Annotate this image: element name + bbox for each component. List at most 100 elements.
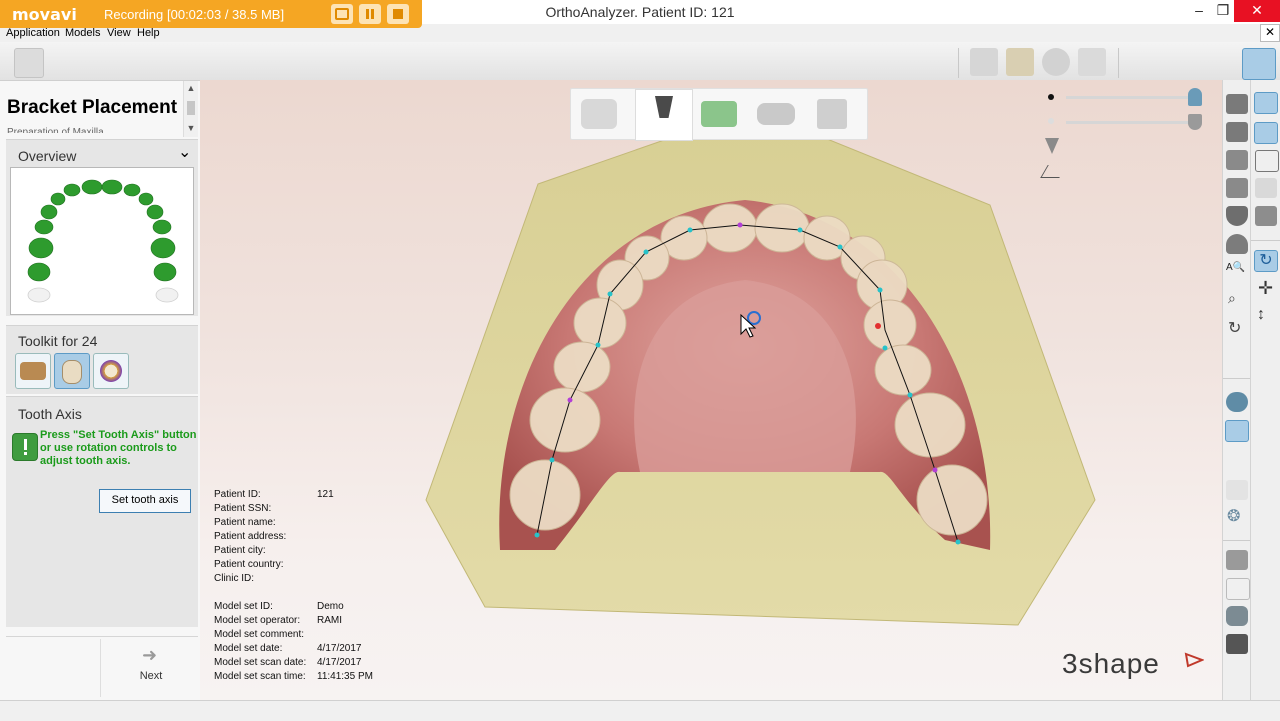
upper-jaw-view-icon[interactable] — [581, 99, 617, 129]
axis-point[interactable] — [687, 227, 693, 233]
active-model-icon[interactable] — [1225, 420, 1249, 442]
upper-model-icon[interactable] — [1226, 94, 1248, 114]
reset-view-icon[interactable]: ↻ — [1228, 318, 1241, 338]
segmentation-icon[interactable]: ❂ — [1227, 506, 1240, 526]
empty-box-icon[interactable] — [1226, 578, 1250, 600]
green-model-view-icon[interactable] — [701, 101, 737, 127]
copy-window-icon[interactable] — [1255, 150, 1279, 172]
pause-button[interactable] — [359, 4, 381, 24]
pause-icon — [366, 9, 374, 19]
upper-transparency-slider[interactable] — [1066, 96, 1196, 99]
axis-point[interactable] — [882, 345, 888, 351]
scroll-down-icon[interactable]: ▼ — [184, 123, 198, 133]
lower-transparency-slider[interactable] — [1066, 121, 1196, 124]
next-arrow-icon[interactable]: ➜ — [142, 645, 157, 666]
axis-point-selected[interactable] — [875, 323, 881, 329]
close-window-button[interactable]: ✕ — [1234, 0, 1280, 22]
workflow-panel: Bracket Placement Preparation of Maxilla… — [0, 81, 201, 700]
brand-logo: 3shape — [1062, 648, 1160, 679]
mold-icon[interactable] — [1255, 178, 1277, 198]
occlusion-sphere-icon[interactable] — [1226, 392, 1248, 412]
rotation-icon — [100, 360, 122, 382]
menu-models[interactable]: Models — [65, 27, 100, 39]
axis-point[interactable] — [534, 532, 540, 538]
screenshot-button[interactable] — [331, 4, 353, 24]
rotate-icon[interactable]: ↻ — [1254, 250, 1278, 272]
scroll-thumb[interactable] — [187, 101, 195, 115]
bracket-view-icon — [655, 96, 673, 118]
back-view-icon[interactable] — [1226, 178, 1248, 198]
panel-scrollbar[interactable]: ▲ ▼ — [183, 81, 198, 137]
lower-model-icon[interactable] — [1226, 122, 1248, 142]
panel-footer — [6, 636, 198, 701]
info-label: Patient SSN: — [214, 503, 272, 514]
pan-icon[interactable]: ✛ — [1258, 278, 1273, 299]
brand-triangle-icon — [1184, 652, 1204, 668]
info-label: Model set date: — [214, 643, 283, 654]
lower-jaw-view-icon[interactable] — [757, 103, 795, 125]
axis-point[interactable] — [877, 287, 883, 293]
bracket-tool-icon[interactable] — [1242, 48, 1276, 80]
axis-point[interactable] — [643, 249, 649, 255]
info-label: Model set comment: — [214, 629, 305, 640]
scan-icon[interactable] — [1078, 48, 1106, 76]
3d-viewport[interactable]: Patient ID: 121 Patient SSN: Patient nam… — [200, 80, 1222, 700]
jaw-model-icon[interactable] — [1006, 48, 1034, 76]
exclamation-dot — [23, 452, 27, 455]
info-label: Model set scan date: — [214, 657, 307, 668]
bracket-view-tab[interactable] — [635, 89, 693, 141]
set-tooth-axis-button[interactable]: Set tooth axis — [99, 489, 191, 513]
menu-view[interactable]: View — [107, 27, 131, 39]
tooth-rotation-tool[interactable] — [93, 353, 129, 389]
layer-view-icon[interactable] — [1254, 92, 1278, 114]
toolbar-separator — [1223, 540, 1251, 541]
box-icon[interactable] — [1255, 206, 1277, 226]
info-label: Clinic ID: — [214, 573, 255, 584]
info-value: Demo — [317, 601, 344, 612]
next-button[interactable]: Next — [120, 670, 182, 682]
axis-point[interactable] — [549, 457, 555, 463]
info-value: 121 — [317, 489, 334, 500]
menu-help[interactable]: Help — [137, 27, 160, 39]
view-selector — [570, 88, 868, 141]
axis-point[interactable] — [607, 291, 613, 297]
axis-point[interactable] — [955, 539, 961, 545]
settings-view-icon[interactable] — [817, 99, 847, 129]
info-value: 11:41:35 PM — [317, 671, 373, 682]
axis-point[interactable] — [737, 222, 743, 228]
side-view-icon[interactable] — [1226, 150, 1248, 170]
cylinder-icon[interactable] — [1226, 606, 1248, 626]
section-cut-icon[interactable] — [1226, 550, 1248, 570]
scroll-up-icon[interactable]: ▲ — [184, 83, 198, 93]
cube-view-icon[interactable] — [1254, 122, 1278, 144]
tooth-axis-tool[interactable] — [54, 353, 90, 389]
lower-slider-handle[interactable] — [1188, 114, 1202, 130]
axis-point[interactable] — [837, 244, 843, 250]
tooth-placement-tool[interactable] — [15, 353, 51, 389]
slider-dot-icon — [1048, 94, 1054, 100]
axis-point[interactable] — [907, 392, 913, 398]
arch-overview[interactable] — [10, 167, 194, 315]
disabled-tool-icon — [1226, 480, 1248, 500]
right-toolbar-secondary: ↻ ✛ ↕ — [1250, 80, 1280, 700]
upper-slider-handle[interactable] — [1188, 88, 1202, 106]
toolbar-separator — [1118, 48, 1119, 78]
axis-point[interactable] — [567, 397, 573, 403]
zoom-1-1-icon[interactable]: ⌕ — [1228, 290, 1236, 307]
zoom-text-icon[interactable]: A🔍 — [1226, 262, 1245, 273]
occlusion-icon[interactable] — [1042, 48, 1070, 76]
stop-button[interactable] — [387, 4, 409, 24]
camera-snapshot-icon[interactable] — [1226, 634, 1248, 654]
shield-view-icon[interactable] — [1226, 206, 1248, 226]
close-document-button[interactable]: ✕ — [1260, 24, 1280, 42]
chevron-down-icon[interactable]: ⌄ — [178, 142, 191, 162]
axis-point[interactable] — [932, 467, 938, 473]
model-box-icon[interactable] — [970, 48, 998, 76]
axis-point[interactable] — [797, 227, 803, 233]
toolkit-label: Toolkit for 24 — [18, 333, 98, 349]
patient-icon[interactable] — [14, 48, 44, 78]
axis-point[interactable] — [595, 342, 601, 348]
zoom-icon[interactable]: ↕ — [1257, 306, 1265, 324]
menu-application[interactable]: Application — [6, 27, 60, 39]
tooth-view-icon[interactable] — [1226, 234, 1248, 254]
